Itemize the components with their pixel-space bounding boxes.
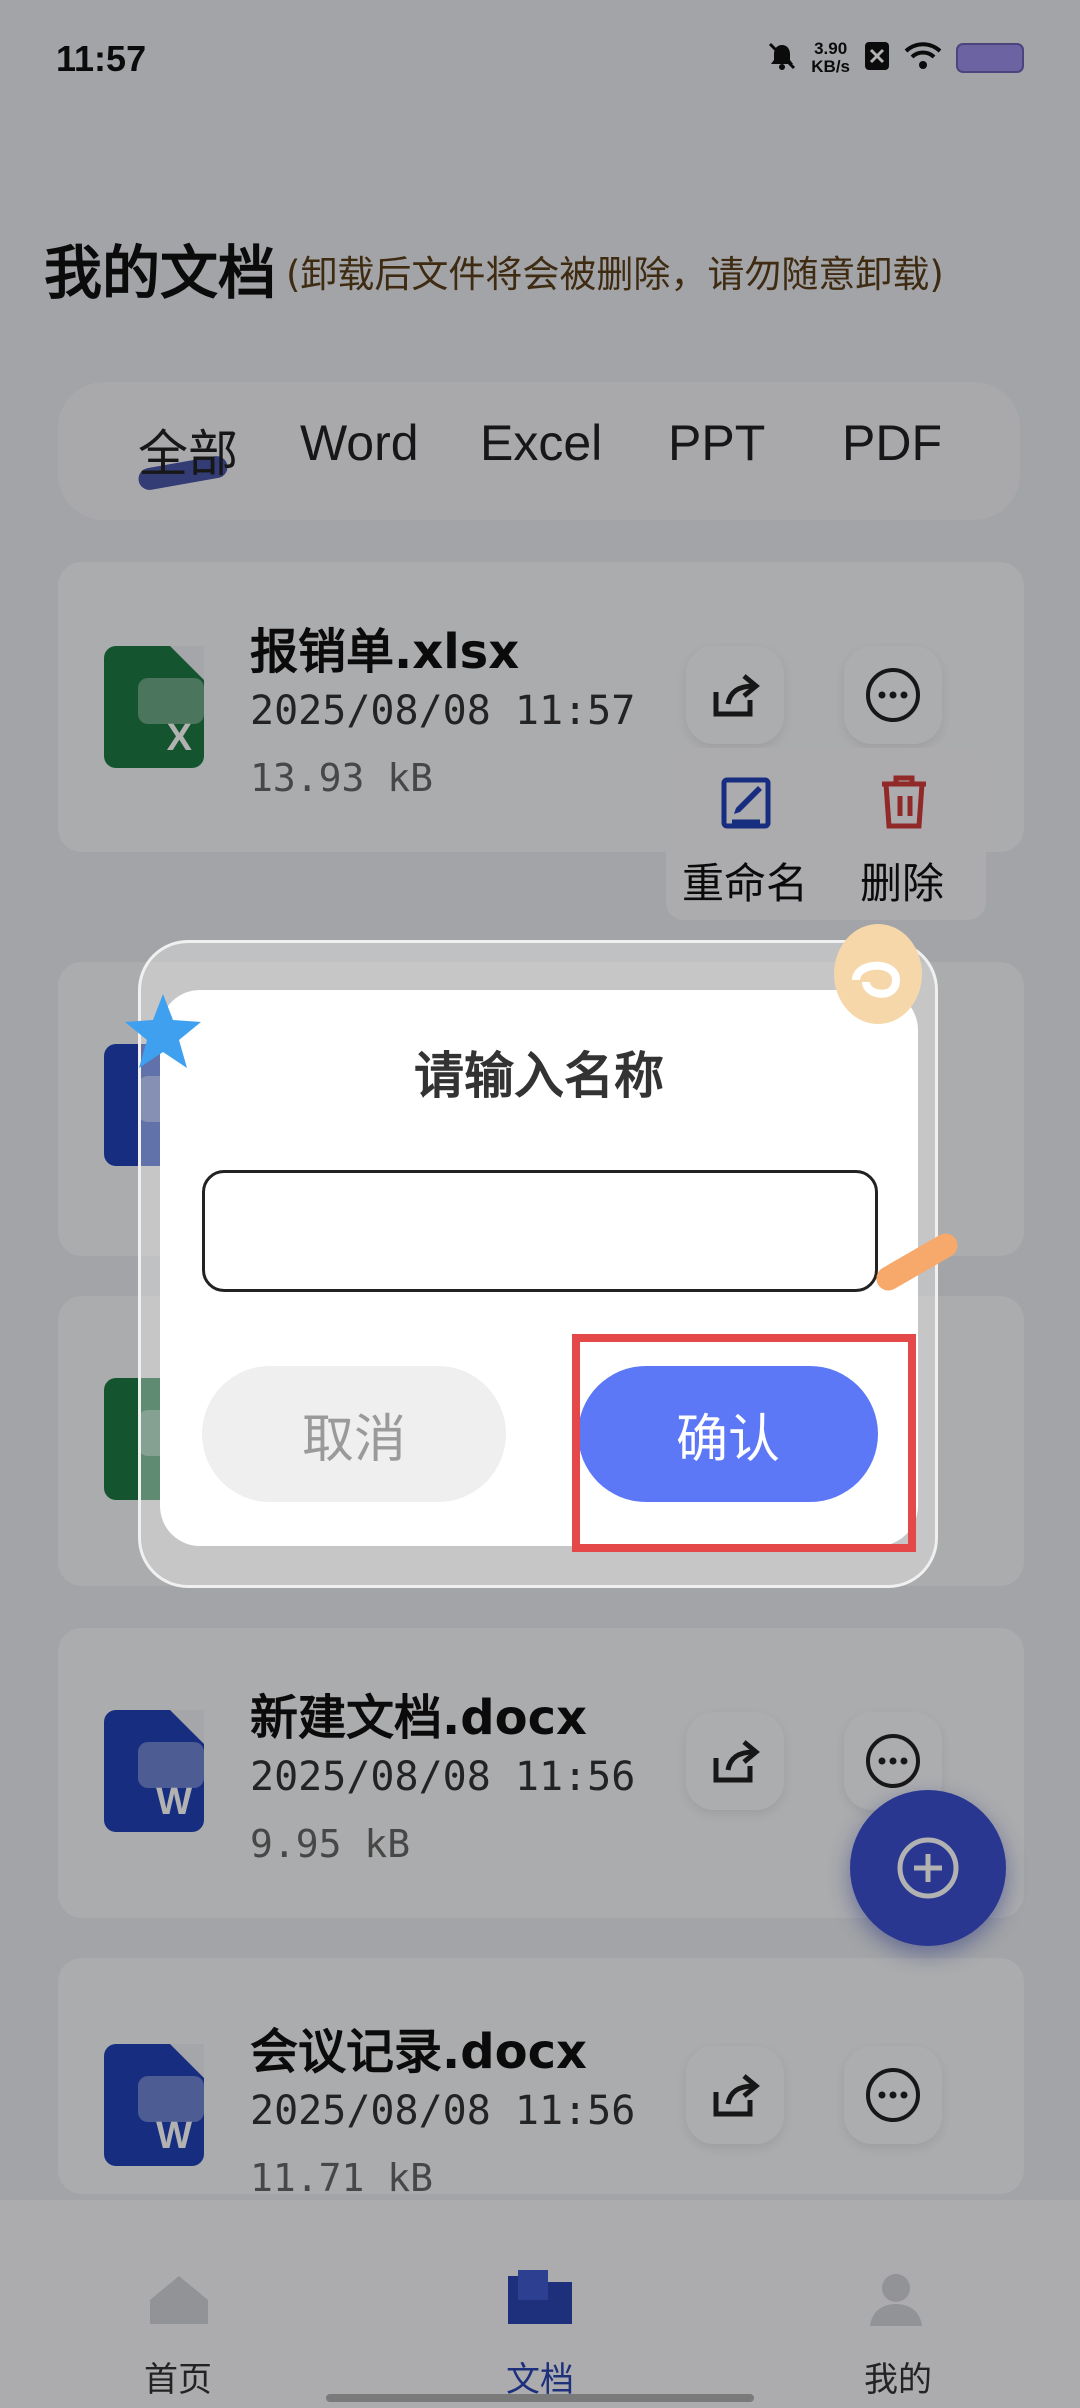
cancel-button[interactable]: 取消 bbox=[202, 1366, 506, 1502]
confirm-highlight-box bbox=[572, 1334, 916, 1552]
spiral-decoration-icon bbox=[826, 920, 930, 1050]
dialog-title: 请输入名称 bbox=[414, 1047, 664, 1105]
star-decoration-icon bbox=[120, 990, 206, 1080]
name-input[interactable] bbox=[202, 1170, 878, 1292]
home-indicator[interactable] bbox=[326, 2394, 754, 2402]
